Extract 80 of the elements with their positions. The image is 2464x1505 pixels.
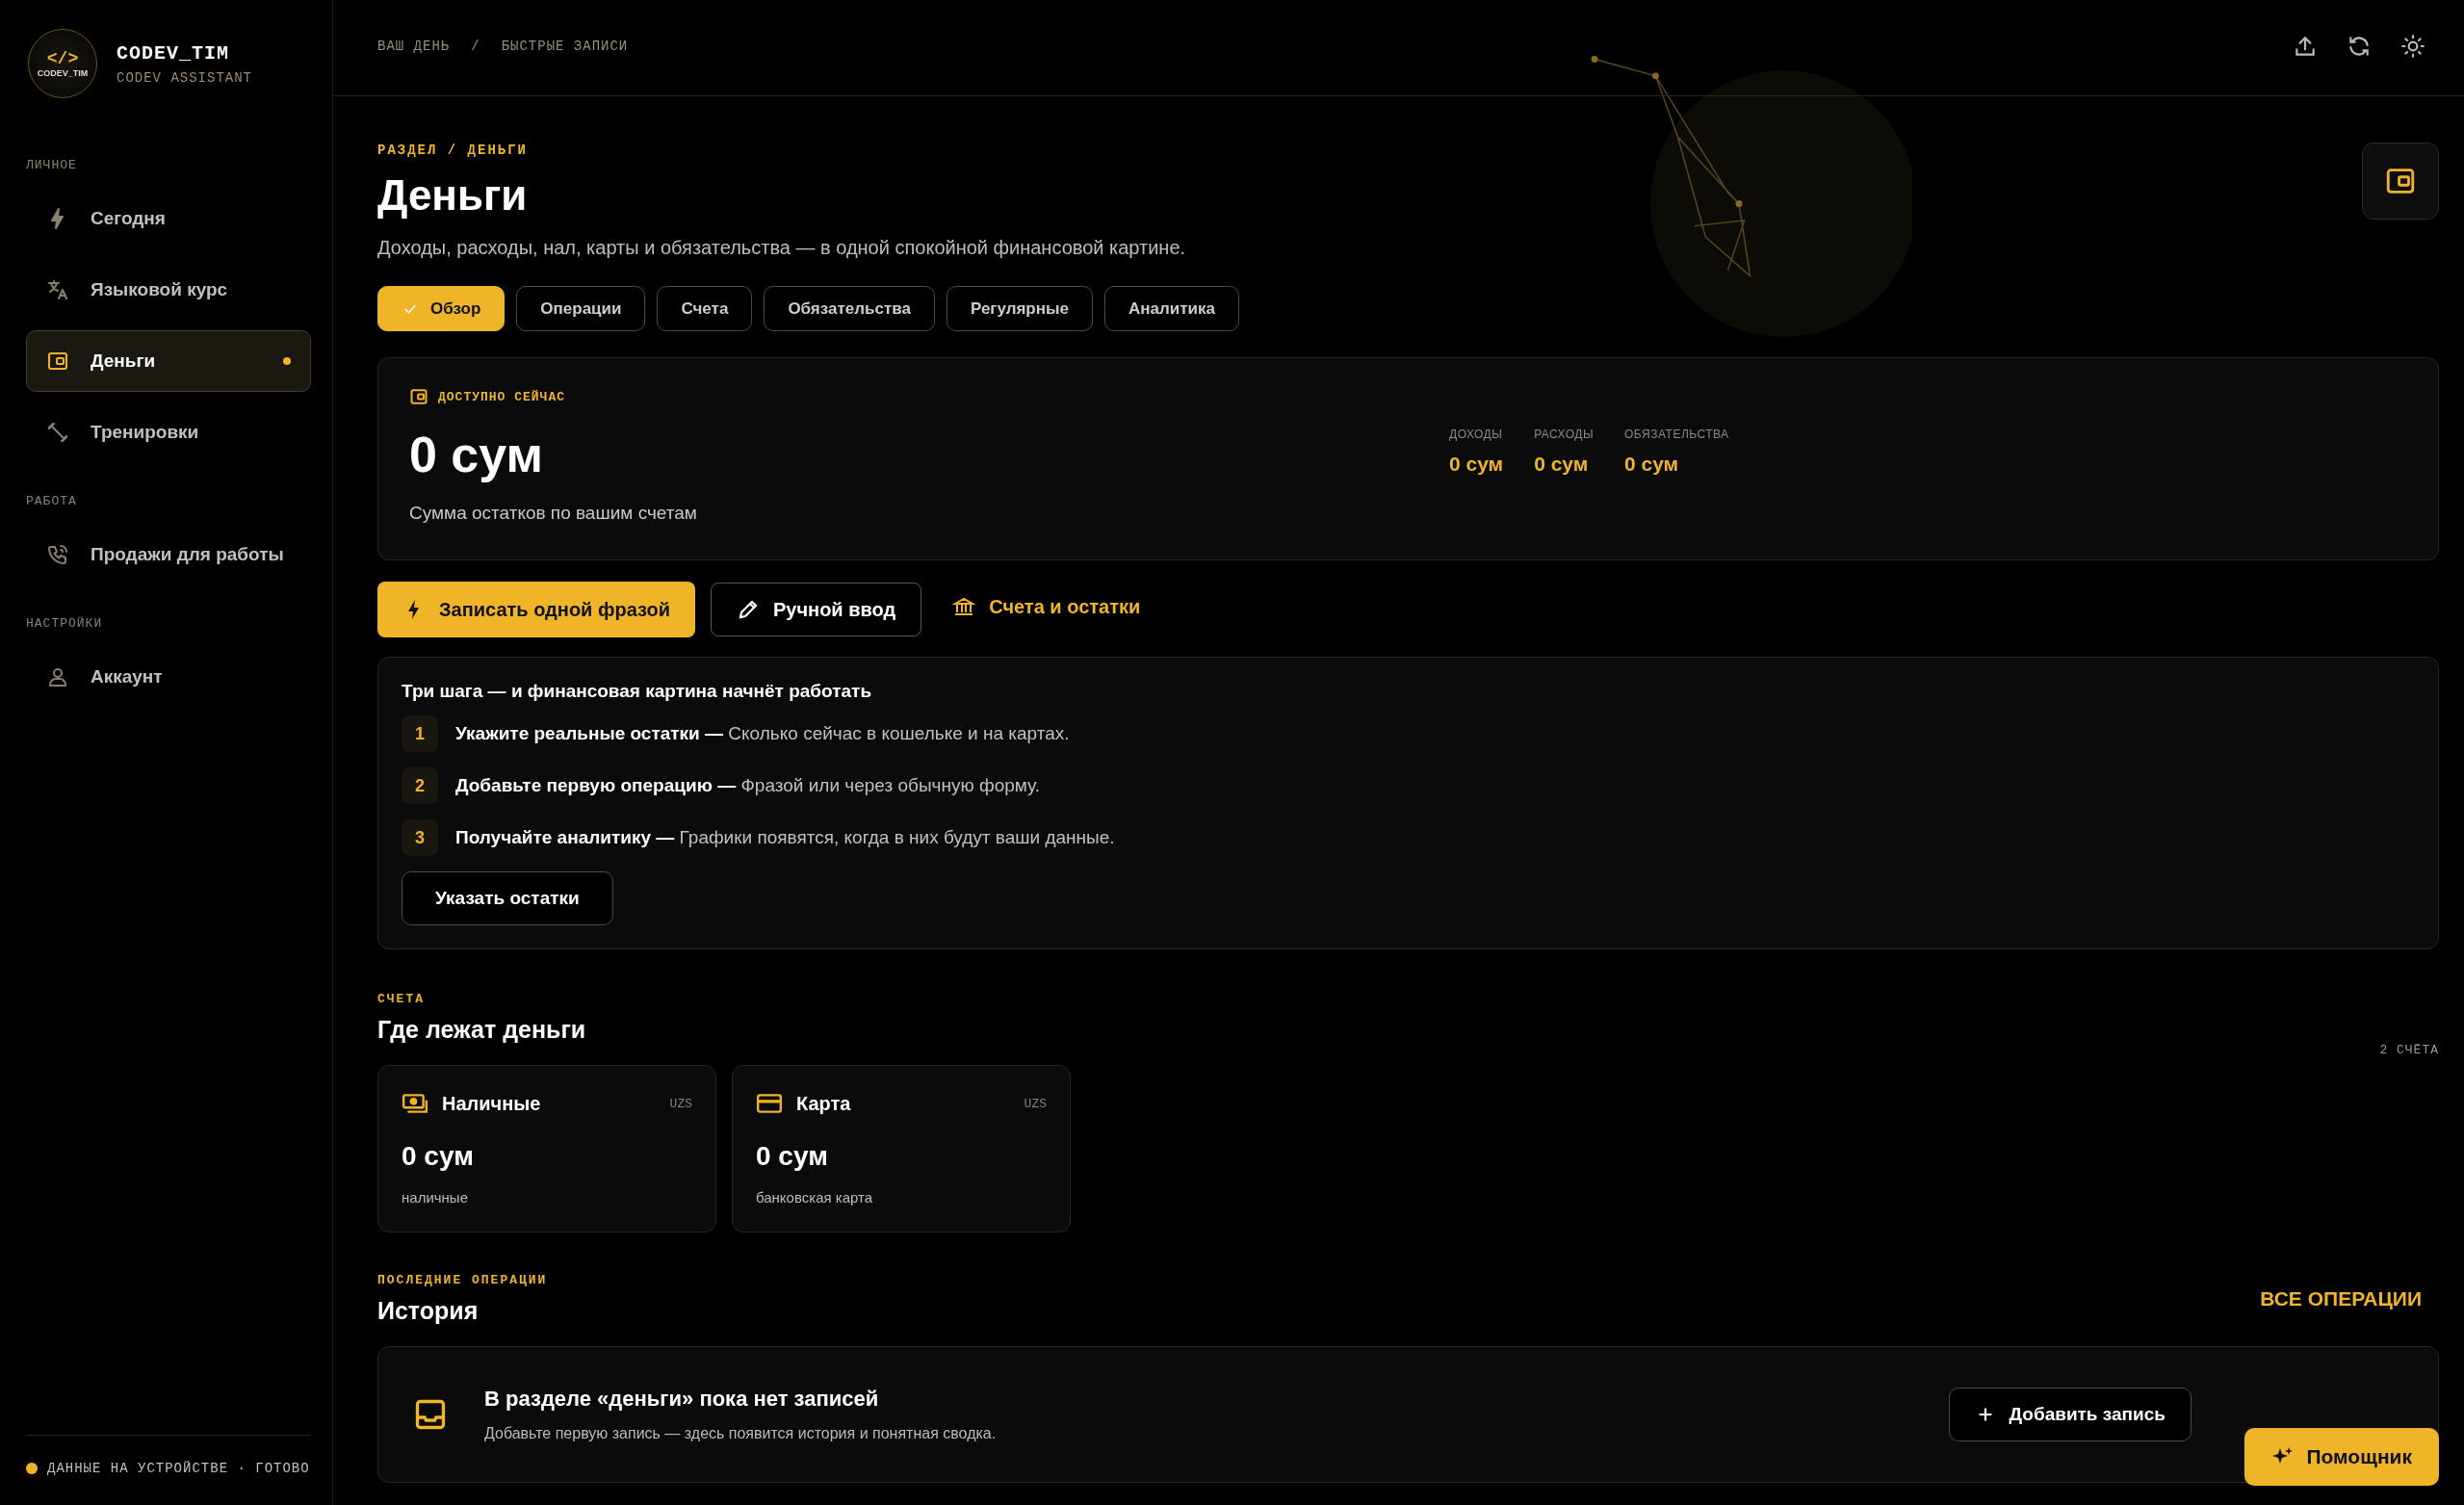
empty-text: Добавьте первую запись — здесь появится история и понятная сводка.	[484, 1425, 998, 1442]
all-operations-link[interactable]: ВСЕ ОПЕРАЦИИ	[2260, 1287, 2422, 1310]
active-dot	[283, 357, 291, 365]
account-type: банковская карта	[756, 1189, 874, 1206]
section-eyebrow: СЧЕТА	[377, 992, 426, 1006]
wallet-button[interactable]	[2362, 143, 2439, 220]
bank-icon	[952, 595, 976, 618]
step-text: Получайте аналитику — Графики появятся, когда в них будут ваши данные.	[455, 827, 1115, 848]
nav-item[interactable]: Деньги	[26, 330, 311, 392]
tab[interactable]: Счета	[657, 286, 753, 331]
nav-item[interactable]: Продажи для работы	[26, 524, 311, 585]
account-name: Карта	[796, 1092, 852, 1115]
wallet-icon	[46, 350, 69, 373]
nav-item[interactable]: Аккаунт	[26, 646, 311, 708]
account-type: наличные	[402, 1189, 469, 1206]
onboarding-title: Три шага — и финансовая картина начнёт работать	[402, 681, 873, 702]
step-number: 1	[402, 715, 438, 752]
nav-item[interactable]: Тренировки	[26, 402, 311, 463]
stat-label: ДОХОДЫ	[1449, 428, 1504, 441]
set-balances-button[interactable]: Указать остатки	[402, 871, 613, 925]
sun-icon[interactable]	[2400, 33, 2425, 59]
summary-label: ДОСТУПНО СЕЙЧАС	[438, 389, 566, 404]
tab[interactable]: Аналитика	[1104, 286, 1239, 331]
account-amount: 0 сум	[756, 1141, 829, 1172]
account-card[interactable]: Наличные UZS 0 сум наличные	[377, 1065, 716, 1233]
pencil-icon	[737, 598, 760, 621]
accounts-count: 2 СЧЁТА	[2379, 1043, 2439, 1057]
section-title: Где лежат деньги	[377, 1016, 586, 1044]
nav-section-label: РАБОТА	[26, 494, 78, 508]
summary-caption: Сумма остатков по вашим счетам	[409, 503, 698, 524]
step-number: 3	[402, 819, 438, 856]
stat-label: ОБЯЗАТЕЛЬСТВА	[1624, 428, 1729, 441]
stat-value: 0 сум	[1534, 453, 1590, 476]
logo-badge: </> CODEV_TIM	[28, 29, 97, 98]
status-dot	[26, 1463, 38, 1474]
card-icon	[756, 1091, 783, 1116]
page-subtitle: Доходы, расходы, нал, карты и обязательства — в одной спокойной финансовой картине.	[377, 237, 1186, 259]
brand-subtitle: CODEV ASSISTANT	[117, 69, 253, 86]
step-number: 2	[402, 767, 438, 804]
breadcrumb-item[interactable]: ВАШ ДЕНЬ	[377, 38, 451, 54]
nav-item[interactable]: Сегодня	[26, 188, 311, 249]
empty-title: В разделе «деньги» пока нет записей	[484, 1387, 880, 1412]
stat-value: 0 сум	[1624, 453, 1680, 476]
tab[interactable]: Регулярные	[946, 286, 1093, 331]
account-amount: 0 сум	[402, 1141, 475, 1172]
add-record-button[interactable]: Добавить запись	[1948, 1388, 2192, 1441]
currency-code: UZS	[669, 1096, 692, 1111]
step-text: Добавьте первую операцию — Фразой или через обычную форму.	[455, 775, 1040, 796]
inbox-icon	[413, 1397, 448, 1432]
tab[interactable]: Обязательства	[764, 286, 935, 331]
user-icon	[46, 665, 69, 688]
section-title: История	[377, 1297, 480, 1325]
accounts-link[interactable]: Счета и остатки	[937, 579, 1156, 635]
nav-item[interactable]: Языковой курс	[26, 259, 311, 321]
tab[interactable]: Операции	[516, 286, 646, 331]
wallet-icon	[409, 387, 428, 406]
tab[interactable]: Обзор	[377, 286, 506, 331]
section-eyebrow: РАЗДЕЛ / ДЕНЬГИ	[377, 143, 530, 158]
step-text: Укажите реальные остатки — Сколько сейчас в кошельке и на картах.	[455, 723, 1070, 744]
stat-label: РАСХОДЫ	[1534, 428, 1594, 441]
cash-icon	[402, 1091, 428, 1116]
section-eyebrow: ПОСЛЕДНИЕ ОПЕРАЦИИ	[377, 1273, 548, 1287]
available-amount: 0 сум	[409, 426, 544, 483]
account-name: Наличные	[442, 1092, 542, 1115]
status-text: ДАННЫЕ НА УСТРОЙСТВЕ · ГОТОВО	[47, 1461, 310, 1476]
stat-value: 0 сум	[1449, 453, 1504, 476]
manual-entry-button[interactable]: Ручной ввод	[711, 583, 922, 636]
brand-name: CODEV_TIM	[117, 41, 231, 65]
breadcrumb-separator: /	[471, 38, 480, 54]
phone-icon	[46, 543, 69, 566]
currency-code: UZS	[1024, 1096, 1047, 1111]
account-card[interactable]: Карта UZS 0 сум банковская карта	[732, 1065, 1071, 1233]
dumbbell-icon	[46, 421, 69, 444]
page-title: Деньги	[377, 171, 529, 220]
breadcrumb-item[interactable]: БЫСТРЫЕ ЗАПИСИ	[501, 38, 629, 54]
quick-phrase-button[interactable]: Записать одной фразой	[377, 582, 695, 637]
nav-section-label: НАСТРОЙКИ	[26, 616, 104, 631]
nav-section-label: ЛИЧНОЕ	[26, 158, 78, 172]
assistant-button[interactable]: Помощник	[2244, 1428, 2439, 1486]
translate-icon	[46, 278, 69, 301]
